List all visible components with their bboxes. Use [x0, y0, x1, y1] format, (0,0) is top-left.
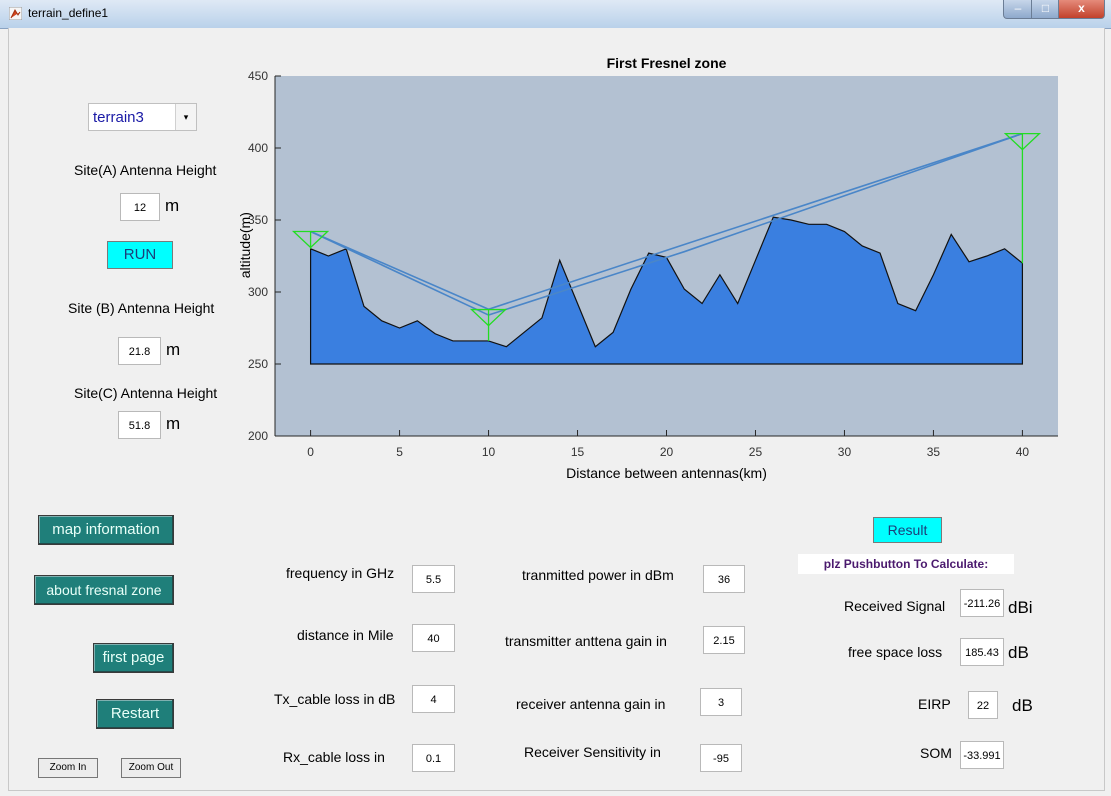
window-title: terrain_define1 — [28, 6, 109, 20]
som-label: SOM — [920, 745, 952, 761]
matlab-app-icon — [9, 7, 22, 20]
y-tick-label: 300 — [248, 285, 268, 299]
frequency-field[interactable]: 5.5 — [412, 565, 455, 593]
chart-title: First Fresnel zone — [607, 55, 727, 71]
result-button[interactable]: Result — [873, 517, 942, 543]
transmitted-power-field[interactable]: 36 — [703, 565, 745, 593]
x-tick-label: 10 — [482, 445, 496, 459]
received-signal-field: -211.26 — [960, 589, 1004, 617]
site-a-height-label: Site(A) Antenna Height — [74, 162, 217, 178]
rx-antenna-gain-label: receiver antenna gain in — [516, 696, 666, 712]
plot-area — [275, 76, 1058, 436]
site-c-height-field[interactable]: 51.8 — [118, 411, 161, 439]
site-c-height-unit: m — [166, 414, 181, 433]
title-bar: terrain_define1 – □ x — [0, 0, 1111, 29]
close-icon: x — [1078, 1, 1085, 15]
free-space-loss-label: free space loss — [848, 644, 943, 660]
map-information-button[interactable]: map information — [38, 515, 174, 545]
fresnel-zone-chart: 0 5 10 15 20 25 30 35 40200250300350400450 First… — [238, 55, 1058, 481]
x-tick-label: 30 — [838, 445, 852, 459]
site-c-height-label: Site(C) Antenna Height — [74, 385, 218, 401]
site-a-height-unit: m — [165, 196, 180, 215]
tx-cable-loss-field[interactable]: 4 — [412, 685, 455, 713]
y-tick-label: 200 — [248, 429, 268, 443]
maximize-button[interactable]: □ — [1031, 0, 1060, 19]
site-b-height-label: Site (B) Antenna Height — [68, 300, 215, 316]
transmitted-power-label: tranmitted power in dBm — [522, 567, 674, 583]
x-tick-label: 25 — [749, 445, 763, 459]
restart-button[interactable]: Restart — [96, 699, 174, 729]
y-tick-label: 400 — [248, 141, 268, 155]
receiver-sensitivity-field[interactable]: -95 — [700, 744, 742, 772]
site-a-height-field[interactable]: 12 — [120, 193, 160, 221]
x-tick-label: 5 — [396, 445, 403, 459]
x-tick-label: 40 — [1016, 445, 1030, 459]
eirp-unit: dB — [1012, 696, 1033, 715]
tx-cable-loss-label: Tx_cable loss in dB — [274, 691, 396, 707]
distance-label: distance in Mile — [297, 627, 394, 643]
receiver-sensitivity-label: Receiver Sensitivity in — [524, 744, 661, 760]
x-tick-label: 15 — [571, 445, 585, 459]
som-field: -33.991 — [960, 741, 1004, 769]
calculate-prompt: plz Pushbutton To Calculate: — [798, 554, 1014, 574]
terrain-dropdown-value: terrain3 — [93, 109, 144, 126]
y-tick-label: 450 — [248, 69, 268, 83]
terrain-dropdown[interactable]: terrain3 ▾ — [88, 103, 197, 131]
minimize-icon: – — [1014, 1, 1022, 15]
close-button[interactable]: x — [1058, 0, 1105, 19]
site-b-height-field[interactable]: 21.8 — [118, 337, 161, 365]
x-tick-label: 20 — [660, 445, 674, 459]
eirp-field: 22 — [968, 691, 998, 719]
x-tick-label: 35 — [927, 445, 941, 459]
tx-antenna-gain-field[interactable]: 2.15 — [703, 626, 745, 654]
chevron-down-icon[interactable]: ▾ — [175, 104, 196, 130]
site-b-height-unit: m — [166, 340, 181, 359]
x-tick-label: 0 — [307, 445, 314, 459]
y-tick-label: 250 — [248, 357, 268, 371]
rx-cable-loss-field[interactable]: 0.1 — [412, 744, 455, 772]
x-axis-label: Distance between antennas(km) — [566, 465, 767, 481]
first-page-button[interactable]: first page — [93, 643, 174, 673]
received-signal-label: Received Signal — [844, 598, 946, 614]
rx-antenna-gain-field[interactable]: 3 — [700, 688, 742, 716]
tx-antenna-gain-label: transmitter anttena gain in — [505, 633, 667, 649]
zoom-in-button[interactable]: Zoom In — [38, 758, 98, 778]
frequency-label: frequency in GHz — [286, 565, 395, 581]
maximize-icon: □ — [1041, 1, 1050, 15]
minimize-button[interactable]: – — [1003, 0, 1033, 19]
about-fresnel-zone-button[interactable]: about fresnal zone — [34, 575, 174, 605]
free-space-loss-field: 185.43 — [960, 638, 1004, 666]
free-space-loss-unit: dB — [1008, 643, 1029, 662]
zoom-out-button[interactable]: Zoom Out — [121, 758, 181, 778]
y-axis-label: altitude(m) — [238, 212, 253, 278]
distance-field[interactable]: 40 — [412, 624, 455, 652]
eirp-label: EIRP — [918, 696, 951, 712]
run-button[interactable]: RUN — [107, 241, 173, 269]
received-signal-unit: dBi — [1008, 598, 1033, 617]
rx-cable-loss-label: Rx_cable loss in — [283, 749, 385, 765]
